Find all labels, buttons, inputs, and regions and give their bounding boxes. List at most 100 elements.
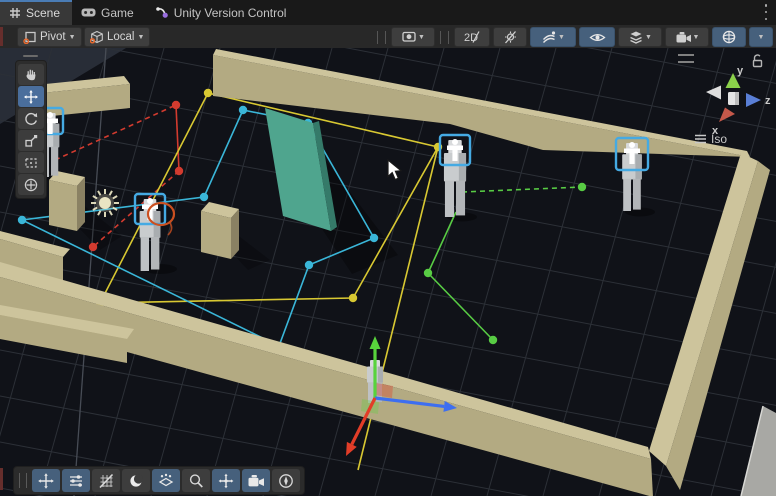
waypoint-dot [578, 183, 586, 191]
draw-mode-dropdown[interactable]: ▼ [391, 27, 435, 47]
overlay-drag-handle[interactable] [440, 31, 449, 44]
gizmos-globe-icon [721, 29, 737, 45]
scene-visibility-button[interactable] [579, 27, 615, 47]
chevron-down-icon: ▼ [418, 34, 425, 41]
search-icon [187, 472, 205, 490]
overlay-drag-handle[interactable] [377, 31, 386, 44]
tab-bar: Scene Game Unity Version Control [0, 0, 776, 25]
move-toggle-button[interactable] [32, 469, 60, 492]
camera-icon [247, 474, 265, 488]
waypoint-dot [89, 243, 97, 251]
gizmos-toggle-button[interactable] [712, 27, 746, 47]
moon-icon [127, 472, 145, 490]
move-icon [23, 89, 39, 105]
camera-overlay-button[interactable] [242, 469, 270, 492]
scene-viewport[interactable]: y z x Iso [0, 48, 776, 496]
waypoint-dot [239, 106, 247, 114]
camera-settings-dropdown[interactable]: ▼ [665, 27, 709, 47]
bottom-overlay-toolbar [13, 466, 305, 495]
pillar-a-front[interactable] [49, 180, 77, 231]
tab-game[interactable]: Game [72, 0, 146, 25]
tab-label: Scene [26, 6, 60, 20]
layers-icon [628, 30, 644, 45]
gizmo-z-axis-cone[interactable] [746, 93, 761, 107]
tab-scene[interactable]: Scene [0, 0, 72, 25]
local-label: Local [107, 31, 135, 43]
kebab-menu-icon[interactable] [764, 4, 768, 20]
shaded-mode-icon [401, 29, 417, 45]
eye-icon [589, 31, 606, 44]
snap-increment-button[interactable] [152, 469, 180, 492]
tab-label: Game [101, 6, 134, 20]
orientation-gizmo[interactable]: y z x [692, 62, 776, 140]
rect-icon [23, 155, 39, 171]
effects-icon [541, 30, 557, 45]
gamepad-icon [81, 7, 96, 18]
projection-label: Iso [711, 132, 727, 146]
tool-settings-button[interactable] [62, 469, 90, 492]
pillar-b-front[interactable] [201, 211, 231, 259]
hand-tool-button[interactable] [18, 64, 44, 85]
scene-toolbar: Pivot ▼ Local ▼ ▼ 2D [0, 25, 776, 49]
transform-icon [23, 177, 39, 193]
pivot-label: Pivot [40, 31, 66, 43]
navigation-compass-button[interactable] [272, 469, 300, 492]
waypoint-dot [349, 294, 357, 302]
chevron-down-icon: ▼ [645, 34, 652, 41]
grid-slash-icon [97, 472, 115, 490]
compass-icon [277, 472, 295, 490]
pivot-dropdown[interactable]: Pivot ▼ [17, 27, 82, 47]
scale-icon [23, 133, 39, 149]
unity-editor-window: Scene Game Unity Version Control [0, 0, 776, 496]
collapsed-overlay-strip[interactable] [0, 468, 3, 490]
2d-toggle-button[interactable]: 2D [454, 27, 490, 47]
waypoint-dot [489, 336, 497, 344]
chevron-down-icon: ▼ [558, 34, 565, 41]
waypoint-dot [18, 216, 26, 224]
waypoint-dot [204, 89, 212, 97]
collapsed-overlay-strip[interactable] [0, 27, 3, 46]
chevron-down-icon: ▼ [758, 34, 765, 41]
grid-icon [9, 7, 21, 19]
rotate-icon [23, 111, 39, 127]
axis-label-y: y [737, 65, 744, 77]
tab-label: Unity Version Control [174, 6, 287, 20]
render-mode-button[interactable] [122, 469, 150, 492]
search-button[interactable] [182, 469, 210, 492]
rect-tool-button[interactable] [18, 152, 44, 173]
hamburger-icon [694, 134, 707, 144]
waypoint-dot [370, 234, 378, 242]
snap-diamond-icon [157, 472, 175, 490]
lighting-toggle-button[interactable] [493, 27, 527, 47]
local-dropdown[interactable]: Local ▼ [84, 27, 150, 47]
tab-unity-version-control[interactable]: Unity Version Control [146, 0, 299, 25]
pivot-icon [23, 30, 37, 44]
chevron-down-icon: ▼ [138, 34, 145, 41]
cross-arrows-icon [217, 472, 235, 490]
projection-toggle[interactable]: Iso [694, 132, 727, 146]
gizmos-dropdown[interactable]: ▼ [749, 27, 773, 47]
lighting-off-icon [503, 30, 518, 45]
gizmo-x-axis-cone[interactable] [719, 108, 735, 123]
gizmo-neg-axis-cone[interactable] [706, 86, 721, 100]
transform-tool-button[interactable] [18, 174, 44, 195]
sliders-icon [67, 472, 85, 490]
move-icon [37, 472, 55, 490]
waypoint-dot [305, 261, 313, 269]
move-tool-button[interactable] [18, 86, 44, 107]
gizmo-handles-button[interactable] [212, 469, 240, 492]
camera-icon [675, 31, 692, 44]
tools-overlay-handle[interactable] [23, 55, 38, 57]
grid-snap-button[interactable] [92, 469, 120, 492]
effects-dropdown-button[interactable]: ▼ [530, 27, 576, 47]
pillar-a-side[interactable] [77, 177, 85, 231]
layers-dropdown-button[interactable]: ▼ [618, 27, 662, 47]
scene-3d-view[interactable] [0, 48, 776, 496]
rotate-tool-button[interactable] [18, 108, 44, 129]
scale-tool-button[interactable] [18, 130, 44, 151]
hand-icon [23, 67, 39, 83]
view-options-group: ▼ 2D ▼ [375, 27, 773, 47]
chevron-down-icon: ▼ [693, 34, 700, 41]
overlay-drag-handle[interactable] [19, 473, 27, 488]
version-control-icon [155, 6, 169, 19]
